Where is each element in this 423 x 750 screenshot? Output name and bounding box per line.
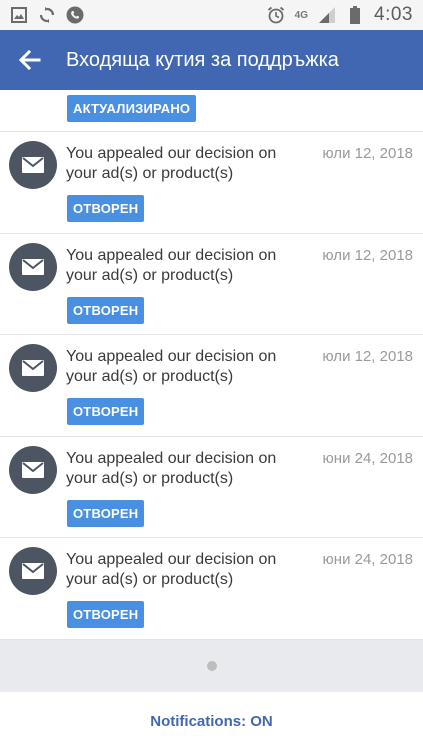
status-badge: ОТВОРЕН bbox=[67, 601, 145, 628]
message-date: юни 24, 2018 bbox=[322, 551, 413, 568]
clock: 4:03 bbox=[374, 4, 413, 25]
avatar bbox=[9, 547, 57, 595]
envelope-icon bbox=[22, 258, 44, 275]
alarm-icon bbox=[267, 6, 285, 24]
status-badge: ОТВОРЕН bbox=[67, 195, 145, 222]
sync-icon bbox=[38, 6, 56, 24]
status-badge: ОТВОРЕН bbox=[67, 398, 145, 425]
signal-icon bbox=[318, 6, 336, 24]
avatar bbox=[9, 242, 57, 291]
list-item[interactable]: You appealed our decision on your ad(s) … bbox=[0, 132, 423, 234]
notifications-toggle[interactable]: Notifications: ON bbox=[150, 713, 273, 730]
message-title: You appealed our decision on your ad(s) … bbox=[66, 551, 277, 588]
envelope-icon bbox=[22, 157, 44, 173]
list-item[interactable]: You appealed our decision on your ad(s) … bbox=[0, 437, 423, 538]
loading-dot bbox=[206, 661, 217, 671]
phone-icon bbox=[66, 6, 84, 24]
message-date: юни 24, 2018 bbox=[322, 449, 413, 467]
list-item[interactable]: You appealed our decision on your ad(s) … bbox=[0, 234, 423, 335]
image-icon bbox=[10, 6, 28, 24]
loading-indicator bbox=[0, 640, 423, 692]
envelope-icon bbox=[22, 360, 44, 376]
message-title: You appealed our decision on your ad(s) … bbox=[66, 145, 277, 182]
message-date: юли 12, 2018 bbox=[322, 145, 413, 162]
list-item-partial[interactable]: АКТУАЛИЗИРАНО bbox=[0, 90, 423, 132]
status-badge: АКТУАЛИЗИРАНО bbox=[67, 95, 197, 122]
network-type: 4G bbox=[294, 9, 309, 21]
list-item[interactable]: You appealed our decision on your ad(s) … bbox=[0, 335, 423, 437]
app-bar: Входяща кутия за поддръжка bbox=[0, 30, 423, 90]
page-title: Входяща кутия за поддръжка bbox=[66, 48, 339, 71]
message-title: You appealed our decision on your ad(s) … bbox=[66, 246, 277, 284]
message-title: You appealed our decision on your ad(s) … bbox=[66, 348, 277, 385]
avatar bbox=[9, 445, 57, 494]
status-badge: ОТВОРЕН bbox=[67, 296, 145, 324]
status-badge: ОТВОРЕН bbox=[67, 499, 145, 527]
status-bar: 4G 4:03 bbox=[0, 0, 423, 30]
back-arrow-icon bbox=[19, 50, 41, 70]
avatar bbox=[9, 141, 57, 189]
envelope-icon bbox=[22, 563, 44, 579]
list-item[interactable]: You appealed our decision on your ad(s) … bbox=[0, 538, 423, 640]
avatar bbox=[9, 344, 57, 392]
back-button[interactable] bbox=[0, 30, 60, 90]
support-inbox-list[interactable]: АКТУАЛИЗИРАНО You appealed our decision … bbox=[0, 90, 423, 640]
battery-icon bbox=[346, 6, 364, 24]
envelope-icon bbox=[22, 461, 44, 478]
status-bar-left bbox=[10, 6, 84, 24]
status-bar-right: 4G 4:03 bbox=[267, 4, 413, 26]
message-title: You appealed our decision on your ad(s) … bbox=[66, 449, 277, 487]
message-date: юли 12, 2018 bbox=[322, 246, 413, 264]
footer: Notifications: ON bbox=[0, 692, 423, 750]
message-date: юли 12, 2018 bbox=[322, 348, 413, 365]
